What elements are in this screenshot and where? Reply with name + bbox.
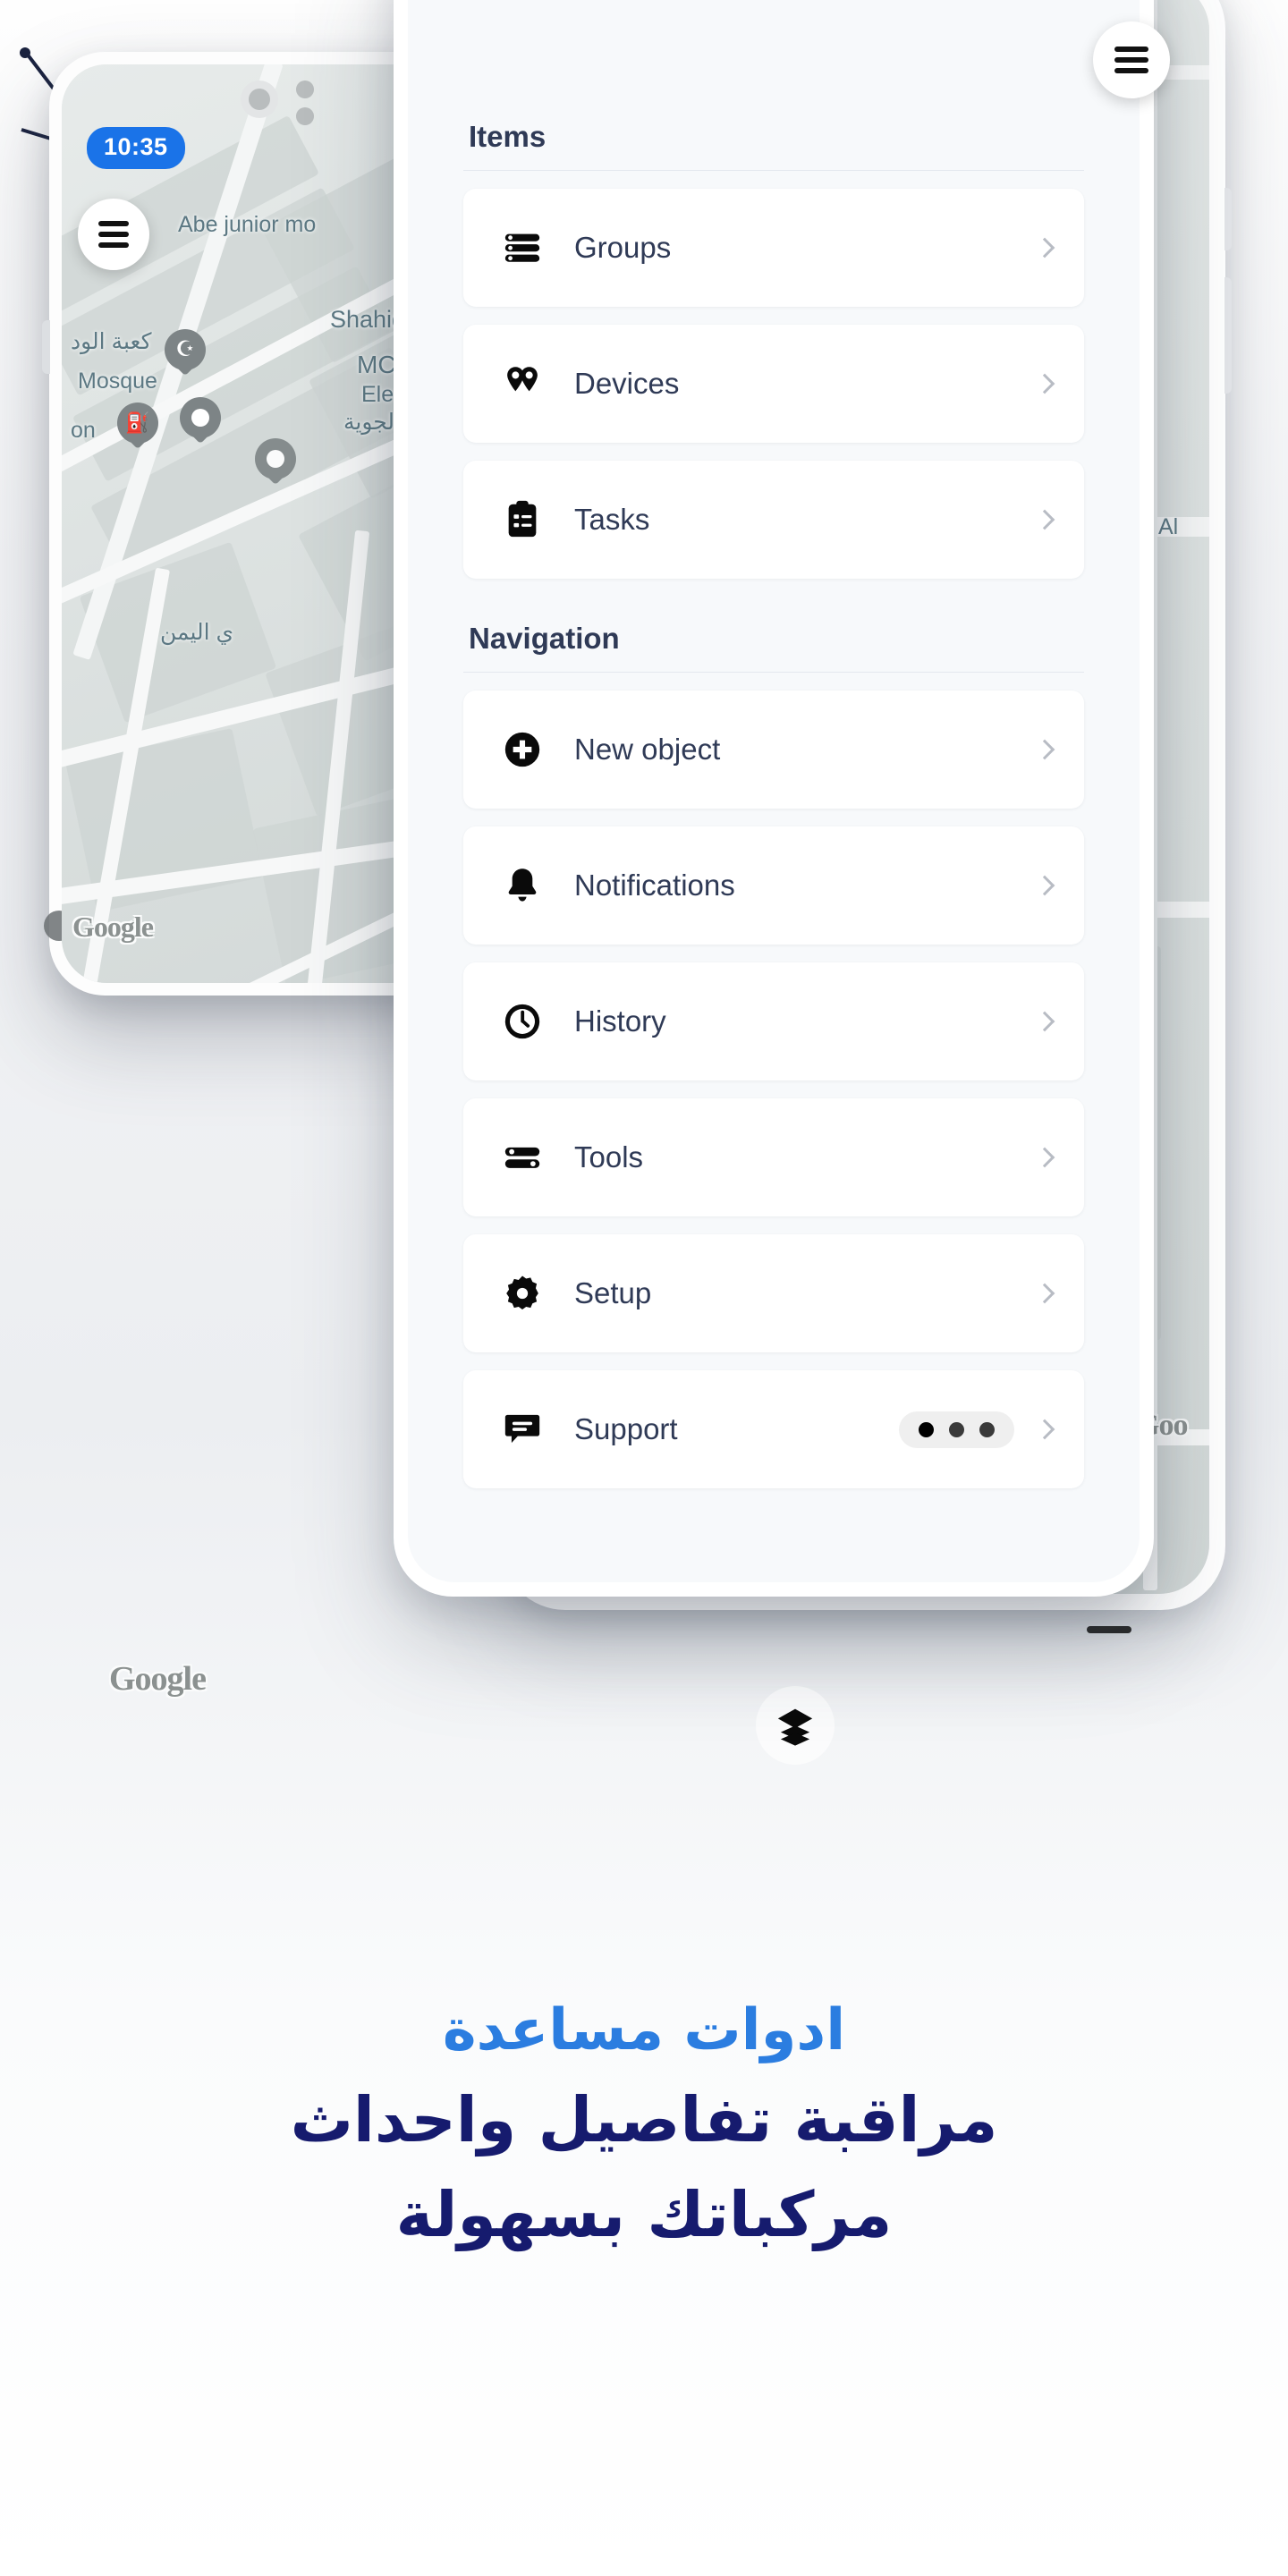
menu-item-history[interactable]: History	[463, 962, 1084, 1080]
right-phone-menu-button[interactable]	[1093, 21, 1170, 98]
sliders-icon	[499, 1134, 546, 1181]
gear-icon	[499, 1270, 546, 1317]
left-phone-attribution-visible: Google	[109, 1660, 207, 1698]
menu-item-tasks[interactable]: Tasks	[463, 461, 1084, 579]
promo-screenshot: Al Goo	[0, 0, 1288, 2576]
chevron-right-icon	[1034, 1147, 1055, 1168]
left-map-label-abe: Abe junior mo	[178, 212, 317, 237]
three-dots-pill-badge[interactable]	[899, 1411, 1014, 1448]
section-header-items: Items	[463, 120, 1084, 171]
left-map-attribution: Google	[72, 911, 154, 943]
menu-item-label: Tasks	[574, 503, 650, 536]
menu-item-label: Support	[574, 1412, 678, 1445]
sensor-dots	[296, 80, 314, 134]
left-phone-bottom-handle[interactable]	[1087, 1626, 1131, 1633]
menu-item-label: History	[574, 1004, 666, 1038]
chevron-right-icon	[1034, 1283, 1055, 1304]
map-pin-generic[interactable]	[180, 397, 221, 449]
bell-icon	[499, 862, 546, 909]
caption-line-2a: مراقبة تفاصيل واحداث	[290, 2082, 999, 2157]
menu-item-label: Groups	[574, 231, 672, 264]
crescent-star-icon: ☪	[175, 337, 195, 361]
menu-item-groups[interactable]: Groups	[463, 189, 1084, 307]
map-pin-partial[interactable]	[255, 438, 296, 490]
promo-caption: ادوات مساعدة مراقبة تفاصيل واحداث مركبات…	[0, 1995, 1288, 2258]
hamburger-icon	[98, 216, 129, 253]
hamburger-icon	[1114, 41, 1148, 79]
left-map-label-yemen: ي اليمن	[160, 620, 234, 645]
left-phone-menu-button[interactable]	[78, 199, 149, 270]
left-map-label-kaaba: كعبة الود	[71, 329, 152, 354]
chat-bubble-icon	[499, 1406, 546, 1453]
map-layers-button[interactable]	[756, 1686, 835, 1765]
caption-line-2b: مركباتك بسهولة	[395, 2177, 894, 2251]
menu-item-devices[interactable]: Devices	[463, 325, 1084, 443]
layers-icon	[777, 1708, 813, 1746]
menu-item-label: Devices	[574, 367, 680, 400]
chevron-right-icon	[1034, 509, 1055, 530]
right-phone-volume-button	[1224, 277, 1232, 394]
section-header-navigation: Navigation	[463, 622, 1084, 673]
caption-line-1: ادوات مساعدة	[442, 1997, 846, 2063]
chevron-right-icon	[1034, 1011, 1055, 1032]
right-phone-side-button	[1224, 188, 1232, 250]
chevron-right-icon	[1034, 875, 1055, 896]
fuel-pump-icon: ⛽	[125, 411, 150, 434]
menu-item-label: Notifications	[574, 869, 735, 902]
menu-item-tools[interactable]: Tools	[463, 1098, 1084, 1216]
menu-item-new-object[interactable]: New object	[463, 691, 1084, 809]
front-camera	[241, 80, 278, 118]
clock-icon	[499, 998, 546, 1045]
menu-item-support[interactable]: Support	[463, 1370, 1084, 1488]
list-rows-icon	[499, 225, 546, 271]
left-phone-side-button	[42, 320, 50, 374]
map-pin-mosque[interactable]: ☪	[165, 329, 206, 381]
left-map-label-on: on	[71, 418, 96, 443]
navigation-drawer-content: Items Groups Devices Tasks Navigation Ne…	[408, 0, 1140, 1582]
chevron-right-icon	[1034, 237, 1055, 258]
menu-item-setup[interactable]: Setup	[463, 1234, 1084, 1352]
menu-item-notifications[interactable]: Notifications	[463, 826, 1084, 945]
navigation-drawer: Items Groups Devices Tasks Navigation Ne…	[394, 0, 1154, 1597]
chevron-right-icon	[1034, 1419, 1055, 1440]
chevron-right-icon	[1034, 739, 1055, 760]
map-pins-icon	[499, 360, 546, 407]
plus-circle-icon	[499, 726, 546, 773]
clipboard-check-icon	[499, 496, 546, 543]
right-phone-map-label-al: Al	[1158, 514, 1179, 539]
left-map-label-mosque: Mosque	[78, 369, 157, 394]
menu-item-label: New object	[574, 733, 721, 766]
chevron-right-icon	[1034, 373, 1055, 394]
menu-item-label: Tools	[574, 1140, 644, 1174]
map-time-badge: 10:35	[87, 127, 185, 169]
menu-item-label: Setup	[574, 1276, 652, 1309]
map-pin-fuel[interactable]: ⛽	[117, 402, 158, 454]
